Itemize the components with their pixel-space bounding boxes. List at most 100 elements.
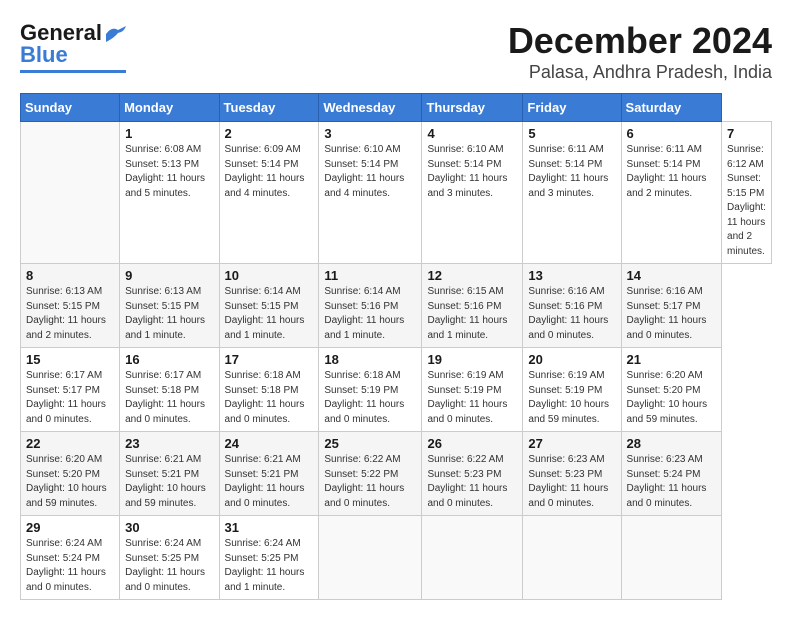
day-number: 2 (225, 126, 314, 141)
calendar-cell: 31Sunrise: 6:24 AMSunset: 5:25 PMDayligh… (219, 516, 319, 600)
col-tuesday: Tuesday (219, 94, 319, 122)
calendar-cell: 8 Sunrise: 6:13 AMSunset: 5:15 PMDaylight… (21, 264, 120, 348)
day-number: 11 (324, 268, 416, 283)
day-number: 7 (727, 126, 766, 141)
day-number: 25 (324, 436, 416, 451)
logo-blue-text: Blue (20, 42, 68, 68)
calendar-cell: 5Sunrise: 6:11 AMSunset: 5:14 PMDaylight… (523, 122, 621, 264)
day-info: Sunrise: 6:13 AMSunset: 5:15 PMDaylight:… (26, 285, 114, 343)
calendar-cell: 30 Sunrise: 6:24 AMSunset: 5:25 PMDayligh… (120, 516, 219, 600)
day-number: 12 (427, 268, 517, 283)
header: General Blue December 2024 Palasa, Andhr… (20, 20, 772, 83)
calendar-cell: 29Sunrise: 6:24 AMSunset: 5:24 PMDayligh… (21, 516, 120, 600)
calendar-cell: 21 Sunrise: 6:20 AMSunset: 5:20 PMDayligh… (621, 348, 721, 432)
calendar-cell: 27 Sunrise: 6:23 AMSunset: 5:23 PMDayligh… (523, 432, 621, 516)
day-number: 10 (225, 268, 314, 283)
calendar-week-row: 15Sunrise: 6:17 AMSunset: 5:17 PMDayligh… (21, 348, 772, 432)
day-number: 24 (225, 436, 314, 451)
day-number: 18 (324, 352, 416, 367)
day-info: Sunrise: 6:14 AMSunset: 5:16 PMDaylight:… (324, 285, 416, 343)
day-info: Sunrise: 6:16 AMSunset: 5:16 PMDaylight:… (528, 285, 615, 343)
day-info: Sunrise: 6:08 AMSunset: 5:13 PMDaylight:… (125, 143, 213, 201)
day-info: Sunrise: 6:19 AMSunset: 5:19 PMDaylight:… (427, 369, 517, 427)
day-number: 6 (627, 126, 716, 141)
calendar-cell (422, 516, 523, 600)
calendar-cell: 17Sunrise: 6:18 AMSunset: 5:18 PMDayligh… (219, 348, 319, 432)
calendar-cell: 6 Sunrise: 6:11 AMSunset: 5:14 PMDaylight… (621, 122, 721, 264)
page-container: General Blue December 2024 Palasa, Andhr… (20, 20, 772, 600)
calendar-week-row: 8 Sunrise: 6:13 AMSunset: 5:15 PMDaylight… (21, 264, 772, 348)
day-info: Sunrise: 6:22 AMSunset: 5:22 PMDaylight:… (324, 453, 416, 511)
day-info: Sunrise: 6:11 AMSunset: 5:14 PMDaylight:… (627, 143, 716, 201)
day-info: Sunrise: 6:18 AMSunset: 5:18 PMDaylight:… (225, 369, 314, 427)
day-number: 9 (125, 268, 213, 283)
calendar-cell: 14Sunrise: 6:16 AMSunset: 5:17 PMDayligh… (621, 264, 721, 348)
day-info: Sunrise: 6:10 AMSunset: 5:14 PMDaylight:… (427, 143, 517, 201)
calendar-cell: 3Sunrise: 6:10 AMSunset: 5:14 PMDaylight… (319, 122, 422, 264)
day-number: 4 (427, 126, 517, 141)
calendar-cell: 24 Sunrise: 6:21 AMSunset: 5:21 PMDayligh… (219, 432, 319, 516)
col-sunday: Sunday (21, 94, 120, 122)
calendar-cell: 19 Sunrise: 6:19 AMSunset: 5:19 PMDayligh… (422, 348, 523, 432)
day-info: Sunrise: 6:13 AMSunset: 5:15 PMDaylight:… (125, 285, 213, 343)
calendar-cell (21, 122, 120, 264)
day-info: Sunrise: 6:20 AMSunset: 5:20 PMDaylight:… (26, 453, 114, 511)
logo-underline (20, 70, 126, 73)
calendar-cell: 12 Sunrise: 6:15 AMSunset: 5:16 PMDayligh… (422, 264, 523, 348)
calendar-cell: 15Sunrise: 6:17 AMSunset: 5:17 PMDayligh… (21, 348, 120, 432)
col-saturday: Saturday (621, 94, 721, 122)
day-info: Sunrise: 6:15 AMSunset: 5:16 PMDaylight:… (427, 285, 517, 343)
day-number: 28 (627, 436, 716, 451)
calendar-cell: 26Sunrise: 6:22 AMSunset: 5:23 PMDayligh… (422, 432, 523, 516)
day-number: 3 (324, 126, 416, 141)
calendar-cell: 1Sunrise: 6:08 AMSunset: 5:13 PMDaylight… (120, 122, 219, 264)
calendar-cell: 10 Sunrise: 6:14 AMSunset: 5:15 PMDayligh… (219, 264, 319, 348)
day-info: Sunrise: 6:12 AMSunset: 5:15 PMDaylight:… (727, 143, 766, 259)
calendar-cell: 18 Sunrise: 6:18 AMSunset: 5:19 PMDayligh… (319, 348, 422, 432)
day-info: Sunrise: 6:19 AMSunset: 5:19 PMDaylight:… (528, 369, 615, 427)
calendar-cell: 13Sunrise: 6:16 AMSunset: 5:16 PMDayligh… (523, 264, 621, 348)
calendar-cell (319, 516, 422, 600)
col-thursday: Thursday (422, 94, 523, 122)
day-info: Sunrise: 6:11 AMSunset: 5:14 PMDaylight:… (528, 143, 615, 201)
day-number: 16 (125, 352, 213, 367)
day-number: 29 (26, 520, 114, 535)
title-block: December 2024 Palasa, Andhra Pradesh, In… (508, 20, 772, 83)
day-info: Sunrise: 6:09 AMSunset: 5:14 PMDaylight:… (225, 143, 314, 201)
calendar-cell (621, 516, 721, 600)
calendar-cell: 23 Sunrise: 6:21 AMSunset: 5:21 PMDayligh… (120, 432, 219, 516)
calendar-body: 1Sunrise: 6:08 AMSunset: 5:13 PMDaylight… (21, 122, 772, 600)
day-info: Sunrise: 6:22 AMSunset: 5:23 PMDaylight:… (427, 453, 517, 511)
day-number: 27 (528, 436, 615, 451)
day-info: Sunrise: 6:17 AMSunset: 5:18 PMDaylight:… (125, 369, 213, 427)
day-number: 23 (125, 436, 213, 451)
day-info: Sunrise: 6:21 AMSunset: 5:21 PMDaylight:… (225, 453, 314, 511)
col-wednesday: Wednesday (319, 94, 422, 122)
calendar-cell: 11 Sunrise: 6:14 AMSunset: 5:16 PMDayligh… (319, 264, 422, 348)
day-info: Sunrise: 6:14 AMSunset: 5:15 PMDaylight:… (225, 285, 314, 343)
calendar-cell: 4 Sunrise: 6:10 AMSunset: 5:14 PMDaylight… (422, 122, 523, 264)
day-info: Sunrise: 6:24 AMSunset: 5:25 PMDaylight:… (125, 537, 213, 595)
calendar-header: Sunday Monday Tuesday Wednesday Thursday… (21, 94, 772, 122)
day-info: Sunrise: 6:18 AMSunset: 5:19 PMDaylight:… (324, 369, 416, 427)
day-number: 20 (528, 352, 615, 367)
day-number: 30 (125, 520, 213, 535)
day-number: 15 (26, 352, 114, 367)
calendar-week-row: 22Sunrise: 6:20 AMSunset: 5:20 PMDayligh… (21, 432, 772, 516)
calendar-cell: 25 Sunrise: 6:22 AMSunset: 5:22 PMDayligh… (319, 432, 422, 516)
calendar-cell: 7 Sunrise: 6:12 AMSunset: 5:15 PMDaylight… (722, 122, 772, 264)
calendar-week-row: 1Sunrise: 6:08 AMSunset: 5:13 PMDaylight… (21, 122, 772, 264)
day-info: Sunrise: 6:21 AMSunset: 5:21 PMDaylight:… (125, 453, 213, 511)
day-number: 21 (627, 352, 716, 367)
day-info: Sunrise: 6:20 AMSunset: 5:20 PMDaylight:… (627, 369, 716, 427)
calendar-cell (523, 516, 621, 600)
day-number: 8 (26, 268, 114, 283)
calendar-cell: 2 Sunrise: 6:09 AMSunset: 5:14 PMDaylight… (219, 122, 319, 264)
calendar-week-row: 29Sunrise: 6:24 AMSunset: 5:24 PMDayligh… (21, 516, 772, 600)
day-info: Sunrise: 6:23 AMSunset: 5:23 PMDaylight:… (528, 453, 615, 511)
day-number: 19 (427, 352, 517, 367)
day-number: 14 (627, 268, 716, 283)
day-info: Sunrise: 6:24 AMSunset: 5:25 PMDaylight:… (225, 537, 314, 595)
day-info: Sunrise: 6:23 AMSunset: 5:24 PMDaylight:… (627, 453, 716, 511)
calendar-cell: 16 Sunrise: 6:17 AMSunset: 5:18 PMDayligh… (120, 348, 219, 432)
